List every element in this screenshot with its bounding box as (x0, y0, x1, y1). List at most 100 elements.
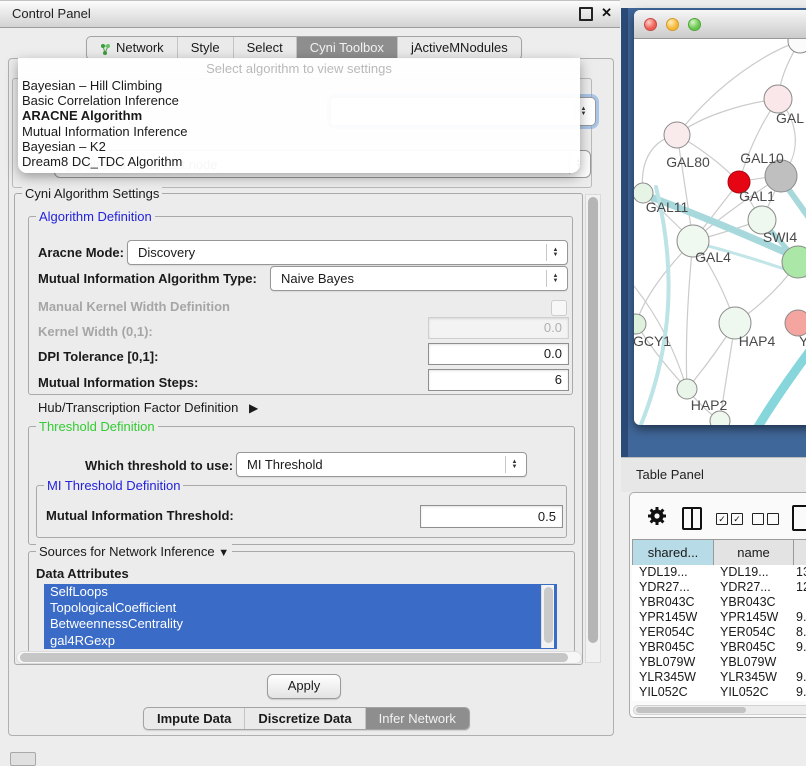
tab-discretize-data[interactable]: Discretize Data (244, 708, 364, 729)
chevron-right-icon[interactable]: ▶ (249, 401, 258, 415)
apply-button[interactable]: Apply (267, 674, 341, 699)
mi-threshold-field[interactable]: 0.5 (420, 505, 563, 528)
mi-algorithm-combobox[interactable]: Naive Bayes ▲▼ (270, 266, 568, 291)
data-attributes-list[interactable]: SelfLoops TopologicalCoefficient Between… (44, 584, 557, 649)
aracne-mode-combobox[interactable]: Discovery ▲▼ (127, 240, 568, 265)
table-row[interactable]: YIL052CYIL052C9. (632, 685, 806, 700)
table-row[interactable]: YDR27...YDR27...12. (632, 580, 806, 595)
table-cell: YBL079W (632, 655, 713, 670)
which-threshold-combobox[interactable]: MI Threshold ▲▼ (236, 452, 527, 477)
table-cell: 9. (793, 670, 806, 685)
scrollbar-thumb[interactable] (544, 587, 553, 643)
column-header-name[interactable]: name (714, 540, 794, 565)
dropdown-hint: Select algorithm to view settings (18, 61, 580, 76)
table-cell: YBR045C (713, 640, 793, 655)
combo-stepper-icon: ▲▼ (546, 270, 564, 287)
tab-style[interactable]: Style (177, 37, 233, 59)
zoom-traffic-light-icon[interactable] (688, 18, 701, 31)
table-cell: 12. (793, 580, 806, 595)
table-cell: YPR145W (632, 610, 713, 625)
checked-checkboxes-icon[interactable]: ✓✓ (716, 513, 746, 525)
node-label-gal80: GAL80 (666, 154, 710, 170)
file-icon[interactable] (792, 505, 806, 531)
network-window-titlebar[interactable] (634, 10, 806, 39)
settings-vertical-scrollbar[interactable] (585, 194, 601, 663)
table-cell: YBR045C (632, 640, 713, 655)
table-cell: 13. (793, 565, 806, 580)
table-row[interactable]: YPR145WYPR145W9. (632, 610, 806, 625)
dropdown-item-selected[interactable]: ARACNE Algorithm (22, 108, 576, 123)
table-row[interactable]: YBR043CYBR043C (632, 595, 806, 610)
list-item-selected[interactable]: TopologicalCoefficient (44, 600, 557, 616)
network-icon (100, 43, 111, 56)
scrollbar-thumb[interactable] (588, 197, 598, 643)
manual-kernel-checkbox[interactable] (551, 300, 567, 316)
tab-jactivemnodules[interactable]: jActiveMNodules (397, 37, 521, 59)
column-header-partial[interactable]: A (794, 540, 806, 565)
node-gal80[interactable] (664, 122, 690, 148)
node-label-hap2: HAP2 (691, 397, 728, 413)
dropdown-item[interactable]: Mutual Information Inference (22, 124, 576, 139)
close-traffic-light-icon[interactable] (644, 18, 657, 31)
aracne-mode-value: Discovery (138, 245, 195, 260)
table-cell: YLR345W (632, 670, 713, 685)
tab-cyni-toolbox[interactable]: Cyni Toolbox (296, 37, 397, 59)
network-view-window[interactable]: GAL80 GAL10 GAL1 GAL11 SWI4 GAL4 GCY1 HA… (634, 10, 806, 425)
columns-icon[interactable] (682, 507, 702, 530)
tab-impute-data[interactable]: Impute Data (144, 708, 244, 729)
table-cell: YIL052C (713, 685, 793, 700)
table-cell: YPR145W (713, 610, 793, 625)
minimize-traffic-light-icon[interactable] (666, 18, 679, 31)
node-hap2[interactable] (677, 379, 697, 399)
tab-label: Cyni Toolbox (310, 40, 384, 55)
float-window-icon[interactable] (579, 7, 593, 21)
table-row[interactable]: YLR345WYLR345W9. (632, 670, 806, 685)
table-horizontal-scrollbar[interactable] (633, 705, 806, 715)
table-row[interactable]: YBR045CYBR045C9. (632, 640, 806, 655)
settings-horizontal-scrollbar[interactable] (16, 651, 582, 664)
dropdown-item[interactable]: Basic Correlation Inference (22, 93, 576, 108)
tab-label: Network (116, 40, 164, 55)
node-gal-partial[interactable] (764, 85, 792, 113)
node-unlabeled-bottom[interactable] (710, 411, 730, 425)
table-row[interactable]: YBL079WYBL079W (632, 655, 806, 670)
gear-icon[interactable] (646, 505, 668, 527)
dropdown-item[interactable]: Dream8 DC_TDC Algorithm (22, 154, 576, 169)
algorithm-definition-title: Algorithm Definition (36, 209, 155, 224)
sources-title[interactable]: Sources for Network Inference ▼ (36, 544, 232, 559)
network-canvas[interactable]: GAL80 GAL10 GAL1 GAL11 SWI4 GAL4 GCY1 HA… (634, 39, 806, 425)
kernel-width-label: Kernel Width (0,1): (38, 324, 153, 339)
node-gcy1[interactable] (634, 314, 646, 334)
unchecked-checkboxes-icon[interactable] (752, 513, 782, 525)
which-threshold-value: MI Threshold (247, 457, 323, 472)
scrollbar-thumb[interactable] (636, 707, 746, 713)
close-icon[interactable]: ✕ (601, 5, 612, 21)
list-item-selected[interactable]: BetweennessCentrality (44, 616, 557, 632)
list-item-selected[interactable]: gal4RGexp (44, 633, 557, 649)
scrollbar-thumb[interactable] (20, 653, 568, 662)
dropdown-item[interactable]: Bayesian – K2 (22, 139, 576, 154)
tab-select[interactable]: Select (233, 37, 296, 59)
list-item-selected[interactable]: SelfLoops (44, 584, 557, 600)
table-cell: YBR043C (713, 595, 793, 610)
data-attributes-label: Data Attributes (36, 566, 129, 581)
tab-label: Discretize Data (258, 711, 351, 726)
list-vertical-scrollbar[interactable] (541, 585, 554, 648)
node-unlabeled-top[interactable] (788, 39, 806, 53)
mi-steps-label: Mutual Information Steps: (38, 375, 198, 390)
table-row[interactable]: YDL19...YDL19...13. (632, 565, 806, 580)
kernel-width-field[interactable]: 0.0 (428, 317, 569, 339)
dropdown-item[interactable]: Bayesian – Hill Climbing (22, 78, 576, 93)
tab-label: Infer Network (379, 711, 456, 726)
table-row[interactable]: YER054CYER054C8. (632, 625, 806, 640)
tab-infer-network[interactable]: Infer Network (365, 708, 469, 729)
chevron-down-icon[interactable]: ▼ (218, 547, 229, 559)
table-header-row: shared... name A (632, 539, 806, 566)
mi-steps-field[interactable]: 6 (428, 369, 569, 391)
tab-network[interactable]: Network (87, 37, 177, 59)
hub-section-label[interactable]: Hub/Transcription Factor Definition ▶ (38, 400, 258, 415)
table-cell: YDR27... (632, 580, 713, 595)
table-cell: YDR27... (713, 580, 793, 595)
dpi-tolerance-field[interactable]: 0.0 (428, 343, 569, 365)
column-header-shared-name[interactable]: shared... (633, 540, 714, 565)
